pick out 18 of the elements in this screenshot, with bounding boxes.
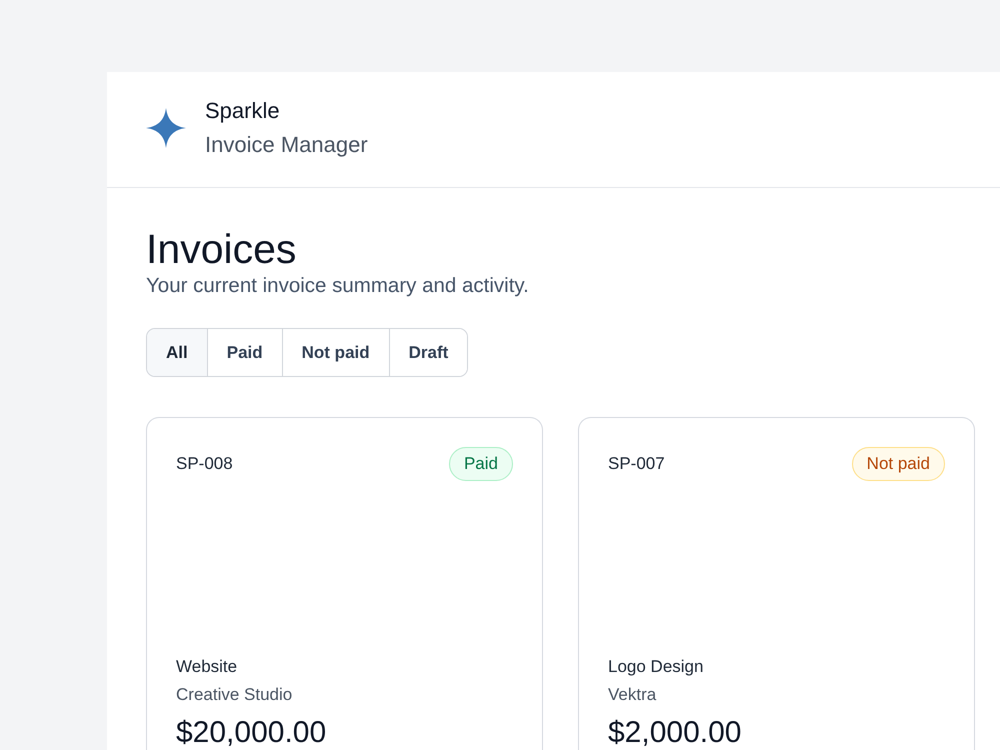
page-subtitle: Your current invoice summary and activity.: [146, 273, 530, 299]
status-pill: Not paid: [852, 447, 945, 481]
project-name: Logo Design: [608, 656, 704, 678]
client-name: Vektra: [608, 684, 658, 706]
invoice-amount: $2,000.00: [608, 717, 742, 749]
invoice-card[interactable]: SP-008 Paid Website Creative Studio $20,000.00: [146, 417, 543, 750]
project-name: Website: [176, 656, 238, 678]
sparkle-logo-icon: [146, 108, 186, 148]
client-name: Creative Studio: [176, 684, 294, 706]
app-name: Sparkle: [205, 97, 281, 125]
filter-tab[interactable]: All: [147, 329, 208, 376]
app-subtitle: Invoice Manager: [205, 131, 368, 159]
invoice-card[interactable]: SP-007 Not paid Logo Design Vektra $2,000.00: [578, 417, 975, 750]
invoice-amount: $20,000.00: [176, 717, 328, 749]
invoice-number: SP-008: [176, 453, 233, 476]
status-pill: Paid: [448, 447, 513, 481]
invoice-number: SP-007: [608, 453, 665, 476]
page-title: Invoices: [146, 225, 298, 273]
